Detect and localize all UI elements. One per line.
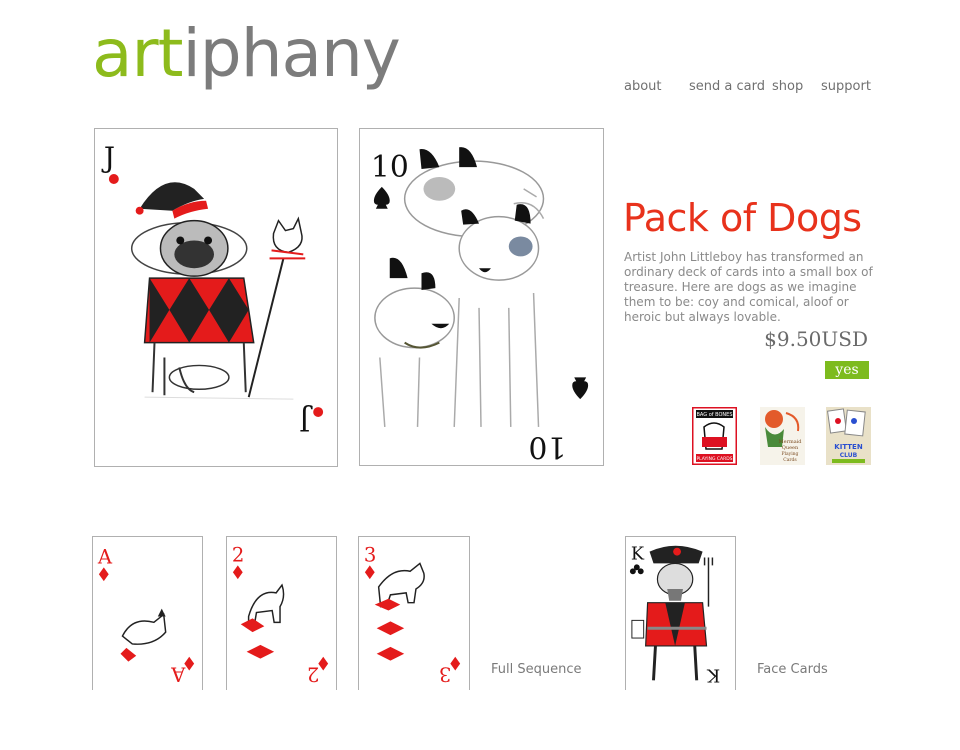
card-rank-inverted: A [170,663,186,686]
face-cards-link[interactable]: Face Cards [757,662,828,677]
card-rank: K [631,544,645,564]
logo-art: art [92,15,183,92]
card-rank: 2 [232,543,245,566]
logo-iphany: iphany [182,15,400,92]
three-dog-illustration: 3 3 [364,543,461,686]
artiphany-logo[interactable]: artiphany [92,14,401,94]
svg-text:CLUB: CLUB [840,452,858,459]
svg-text:Queen: Queen [782,445,799,451]
card-rank-inverted: 3 [439,663,452,686]
svg-text:Cards: Cards [783,457,797,463]
svg-text:BAG of BONES: BAG of BONES [697,412,733,418]
related-mermaid-queen[interactable]: Mermaid Queen Playing Cards [760,407,805,465]
ten-of-spades-card[interactable]: 10 10 [359,128,604,466]
jester-pug-illustration: J J [101,141,324,437]
card-rank-inverted: 10 [528,429,566,464]
pack-of-dogs-illustration: 10 10 [371,147,589,464]
card-rank: 10 [371,150,409,185]
two-of-diamonds-card[interactable]: 2 2 [226,536,337,690]
ace-dog-illustration: A A [97,545,195,686]
ace-of-diamonds-card[interactable]: A A [92,536,203,690]
svg-text:PLAYING CARDS: PLAYING CARDS [696,456,732,462]
jack-of-diamonds-card[interactable]: J J [94,128,338,467]
full-sequence-link[interactable]: Full Sequence [491,662,582,677]
card-rank-inverted: 2 [307,663,319,686]
card-rank-inverted: J [299,404,313,437]
kitten-club-thumbnail: KITTEN CLUB [826,407,871,465]
nav-send-a-card[interactable]: send a card [689,79,765,94]
svg-text:Playing: Playing [782,451,799,457]
nav-shop[interactable]: shop [772,79,803,94]
buy-button[interactable]: yes [825,361,869,379]
two-dog-illustration: 2 2 [232,543,329,686]
card-rank: 3 [364,543,377,566]
product-title: Pack of Dogs [623,196,862,240]
card-rank-inverted: K [706,664,720,684]
related-kitten-club[interactable]: KITTEN CLUB [826,407,871,465]
svg-text:KITTEN: KITTEN [834,443,863,451]
three-of-diamonds-card[interactable]: 3 3 [358,536,470,690]
king-of-clubs-card[interactable]: K K [625,536,736,690]
bag-of-bones-thumbnail: BAG of BONES PLAYING CARDS [692,407,737,465]
mermaid-queen-thumbnail: Mermaid Queen Playing Cards [760,407,805,465]
card-rank: J [101,141,115,174]
nav-support[interactable]: support [821,79,871,94]
product-description: Artist John Littleboy has transformed an… [624,250,873,324]
card-rank: A [97,545,113,568]
king-dog-illustration: K K [629,544,720,684]
product-price: $9.50USD [764,327,868,351]
nav-about[interactable]: about [624,79,662,94]
related-bag-of-bones[interactable]: BAG of BONES PLAYING CARDS [692,407,737,465]
